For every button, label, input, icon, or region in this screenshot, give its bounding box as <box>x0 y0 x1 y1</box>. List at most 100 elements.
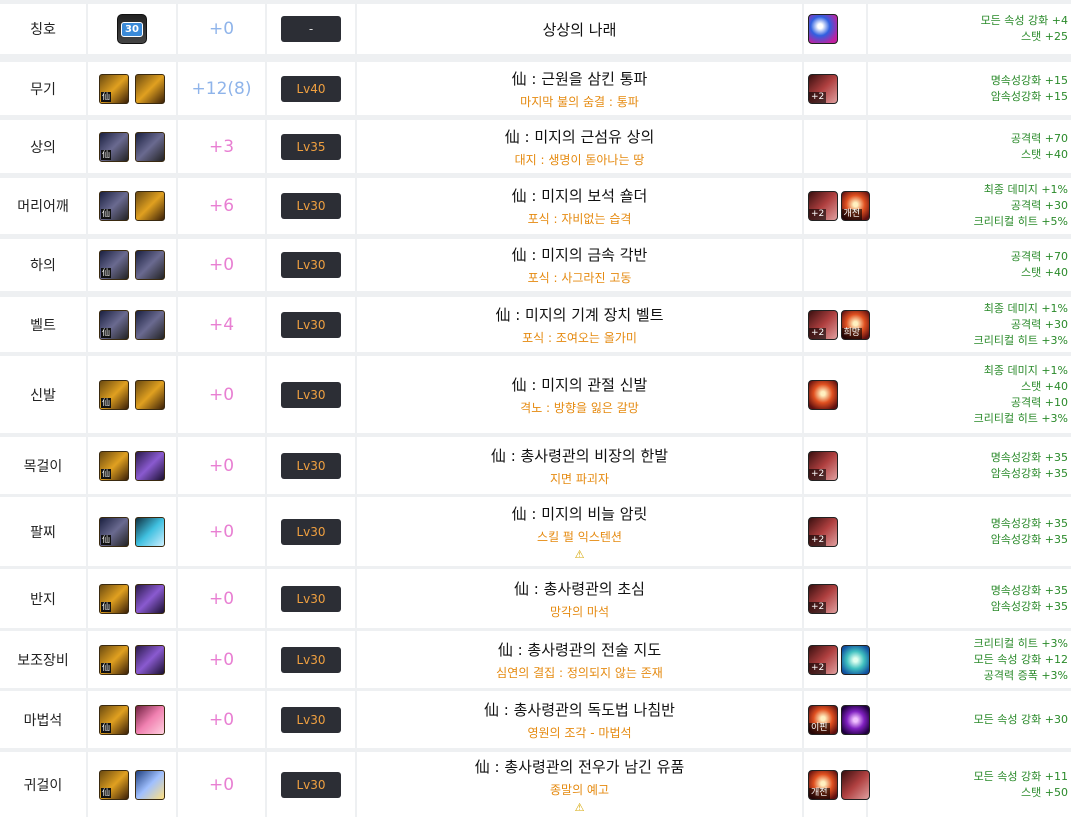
item-set-effect: 포식 : 자비없는 습격 <box>527 212 632 226</box>
equipment-row[interactable]: 신발 仙 +0 Lv30 仙 : 미지의 관절 신발 격노 : 방향을 잃은 갈망 최종 데… <box>0 356 1071 433</box>
item-name[interactable]: 仙 : 미지의 근섬유 상의 <box>505 126 655 147</box>
gold-item-icon[interactable]: 仙 <box>99 450 129 481</box>
equipment-row[interactable]: 칭호 30 +0 - 상상의 나래 모든 속성 강화 +4 스탯 +25 <box>0 4 1071 54</box>
gold-item-icon[interactable]: 仙 <box>99 379 129 410</box>
gold-item-icon[interactable]: 仙 <box>99 769 129 800</box>
warning-icon: ⚠ <box>574 801 585 814</box>
navy-item-icon[interactable] <box>135 309 165 340</box>
sen-mark: 仙 <box>101 662 111 673</box>
item-name[interactable]: 仙 : 미지의 보석 숄더 <box>512 185 648 206</box>
item-set-effect: 포식 : 조여오는 올가미 <box>522 330 637 345</box>
equipment-row[interactable]: 귀걸이 仙 +0 Lv30 仙 : 총사령관의 전우가 남긴 유품 종말의 예고 ⚠ 개전 모든… <box>0 752 1071 817</box>
gold-item-icon[interactable] <box>135 191 165 221</box>
orb-item-icon[interactable] <box>135 644 165 675</box>
enhancement-value: +0 <box>208 384 235 405</box>
equipment-row[interactable]: 벨트 仙 +4 Lv30 仙 : 미지의 기계 장치 벨트 포식 : 조여오는 올가미 +2… <box>0 297 1071 352</box>
equipment-row[interactable]: 무기 仙 +12(8) Lv40 仙 : 근원을 삼킨 통파 마지막 불의 숨결 : 통파… <box>0 62 1071 115</box>
equipment-row[interactable]: 목걸이 仙 +0 Lv30 仙 : 총사령관의 비장의 한발 지면 파괴자 +2 명속성강화 … <box>0 437 1071 494</box>
violet-emblem-icon[interactable] <box>840 704 870 735</box>
emblem-chest-icon[interactable]: +2 <box>808 191 838 221</box>
sen-mark: 仙 <box>101 397 111 408</box>
item-name[interactable]: 仙 : 미지의 기계 장치 벨트 <box>495 304 663 325</box>
level-badge: Lv30 <box>281 771 341 798</box>
item-name[interactable]: 仙 : 총사령관의 초심 <box>514 578 645 599</box>
fire-emblem-icon[interactable] <box>808 379 838 410</box>
item-name[interactable]: 仙 : 총사령관의 전술 지도 <box>498 639 661 660</box>
gold-item-icon[interactable]: 仙 <box>99 583 129 614</box>
item-set-effect: 망각의 마석 <box>549 604 609 619</box>
fire-emblem-icon[interactable]: 개전 <box>808 769 838 800</box>
equipment-row[interactable]: 보조장비 仙 +0 Lv30 仙 : 총사령관의 전술 지도 심연의 결집 : 정의되지 … <box>0 631 1071 688</box>
item-name-cell: 仙 : 총사령관의 전우가 남긴 유품 종말의 예고 ⚠ <box>357 752 802 817</box>
fire-emblem-icon[interactable]: 개전 <box>840 191 870 221</box>
equipment-table: 칭호 30 +0 - 상상의 나래 모든 속성 강화 +4 스탯 +25 무기 仙 +12(8) L… <box>0 0 1071 817</box>
enhancement-value: +0 <box>208 255 235 275</box>
emblem-chest-icon[interactable]: +2 <box>808 516 838 547</box>
emblem-chest-icon[interactable]: +2 <box>808 450 838 481</box>
navy-item-icon[interactable]: 仙 <box>99 250 129 280</box>
equipment-row[interactable]: 머리어깨 仙 +6 Lv30 仙 : 미지의 보석 숄더 포식 : 자비없는 습격 +2 개전… <box>0 178 1071 234</box>
emblem-chest-icon[interactable]: +2 <box>808 73 838 104</box>
gold-item-icon[interactable] <box>135 379 165 410</box>
crystal-item-icon[interactable] <box>135 516 165 547</box>
emblem-label: +2 <box>809 209 827 220</box>
navy-item-icon[interactable]: 仙 <box>99 516 129 547</box>
emblem-label: +2 <box>809 601 827 613</box>
item-name[interactable]: 仙 : 총사령관의 독도법 나침반 <box>484 699 675 720</box>
stat-list: 모든 속성 강화 +11 스탯 +50 <box>868 752 1071 817</box>
orb-item-icon[interactable] <box>135 583 165 614</box>
equipment-row[interactable]: 하의 仙 +0 Lv30 仙 : 미지의 금속 각반 포식 : 사그라진 고동 공격력 +7… <box>0 239 1071 291</box>
item-name[interactable]: 仙 : 미지의 관절 신발 <box>512 374 648 395</box>
gold-item-icon[interactable]: 仙 <box>99 704 129 735</box>
item-name[interactable]: 仙 : 미지의 비늘 암릿 <box>512 503 648 524</box>
item-name[interactable]: 仙 : 근원을 삼킨 통파 <box>512 68 648 89</box>
orb-item-icon[interactable] <box>135 450 165 481</box>
item-name-cell: 仙 : 총사령관의 비장의 한발 지면 파괴자 <box>357 437 802 494</box>
pink-item-icon[interactable] <box>135 704 165 735</box>
title-badge-icon[interactable]: 30 <box>117 14 147 44</box>
stat-line: 암속성강화 +35 <box>990 466 1068 480</box>
navy-item-icon[interactable]: 仙 <box>99 309 129 340</box>
level-badge: Lv30 <box>281 585 341 612</box>
equipment-row[interactable]: 반지 仙 +0 Lv30 仙 : 총사령관의 초심 망각의 마석 +2 명속성강화 +35 암속… <box>0 569 1071 628</box>
item-name[interactable]: 仙 : 총사령관의 전우가 남긴 유품 <box>475 756 685 777</box>
equipment-row[interactable]: 마법석 仙 +0 Lv30 仙 : 총사령관의 독도법 나침반 영원의 조각 - 마법석 이… <box>0 691 1071 748</box>
item-icons: 仙 <box>88 62 176 115</box>
gold-item-icon[interactable] <box>135 73 165 104</box>
navy-item-icon[interactable] <box>135 250 165 280</box>
stat-list: 모든 속성 강화 +30 <box>868 691 1071 748</box>
fire-emblem-icon[interactable]: 희망 <box>840 309 870 340</box>
item-name[interactable]: 仙 : 미지의 금속 각반 <box>512 244 648 265</box>
teal-emblem-icon[interactable] <box>840 644 870 675</box>
warning-icon: ⚠ <box>574 548 585 561</box>
sen-mark: 仙 <box>101 601 111 612</box>
title-aura-icon[interactable] <box>808 14 838 44</box>
navy-item-icon[interactable]: 仙 <box>99 131 129 162</box>
gold-item-icon[interactable]: 仙 <box>99 644 129 675</box>
emblem-chest-icon[interactable]: +2 <box>808 309 838 340</box>
enhancement-value: +0 <box>208 588 235 609</box>
extra-icons <box>804 4 870 54</box>
stat-list: 명속성강화 +35 암속성강화 +35 <box>868 437 1071 494</box>
equipment-row[interactable]: 팔찌 仙 +0 Lv30 仙 : 미지의 비늘 암릿 스킬 펄 익스텐션 ⚠ +2 명속성강화 … <box>0 497 1071 566</box>
equipment-row[interactable]: 상의 仙 +3 Lv35 仙 : 미지의 근섬유 상의 대지 : 생명이 돋아나는 땅 공격… <box>0 120 1071 173</box>
item-name[interactable]: 상상의 나래 <box>543 19 617 40</box>
enhancement-value: +12(8) <box>191 78 252 99</box>
navy-item-icon[interactable]: 仙 <box>99 191 129 221</box>
item-icons: 仙 <box>88 297 176 352</box>
stat-line: 스탯 +40 <box>1021 266 1068 279</box>
level-badge: Lv30 <box>281 193 341 219</box>
emblem-chest-icon[interactable]: +2 <box>808 583 838 614</box>
sen-mark: 仙 <box>101 268 111 278</box>
navy-item-icon[interactable] <box>135 131 165 162</box>
item-name[interactable]: 仙 : 총사령관의 비장의 한발 <box>491 445 668 466</box>
light-item-icon[interactable] <box>135 769 165 800</box>
emblem-chest-icon[interactable] <box>840 769 870 800</box>
item-name-cell: 상상의 나래 <box>357 4 802 54</box>
gold-item-icon[interactable]: 仙 <box>99 73 129 104</box>
emblem-label: 개전 <box>809 787 830 799</box>
fire-emblem-icon[interactable]: 이핀 <box>808 704 838 735</box>
stat-list: 공격력 +70 스탯 +40 <box>868 239 1071 291</box>
emblem-chest-icon[interactable]: +2 <box>808 644 838 675</box>
emblem-label: 희망 <box>841 327 863 339</box>
